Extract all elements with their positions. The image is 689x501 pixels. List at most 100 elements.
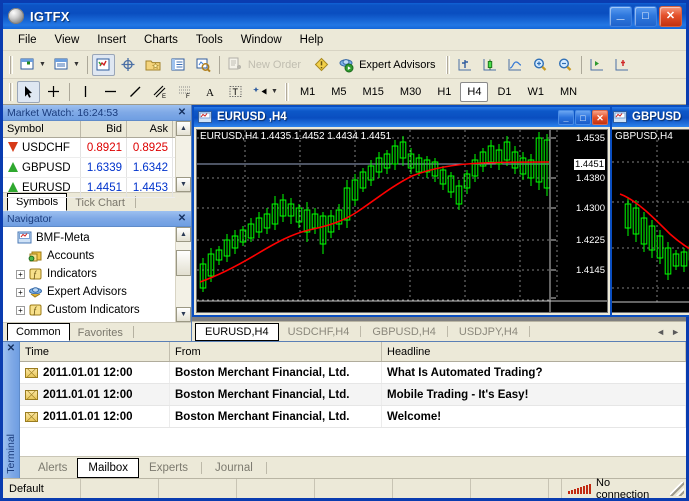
scroll-thumb[interactable] bbox=[176, 250, 191, 276]
data-window-button[interactable] bbox=[117, 54, 140, 76]
close-button[interactable]: ✕ bbox=[659, 5, 682, 27]
chevron-down-icon[interactable]: ▼ bbox=[73, 61, 80, 68]
metaeditor-button[interactable] bbox=[310, 54, 333, 76]
scroll-track[interactable] bbox=[176, 136, 191, 177]
text-tool-button[interactable]: A bbox=[199, 81, 222, 103]
chart-maximize-button[interactable]: □ bbox=[575, 109, 591, 125]
status-connection[interactable]: No connection bbox=[562, 477, 670, 501]
scroll-up-button[interactable]: ▲ bbox=[176, 227, 191, 242]
tab-alerts[interactable]: Alerts bbox=[28, 459, 77, 477]
chart-shift-button[interactable] bbox=[611, 54, 634, 76]
menu-window[interactable]: Window bbox=[232, 31, 291, 49]
expand-icon[interactable]: + bbox=[16, 269, 25, 279]
navigator-scrollbar[interactable]: ▲ ▼ bbox=[175, 227, 191, 322]
minimize-button[interactable]: _ bbox=[609, 5, 632, 27]
equidistant-channel-tool-button[interactable]: E bbox=[149, 81, 172, 103]
shapes-tool-button[interactable]: ▼ bbox=[249, 81, 281, 103]
chart-tab-eurusd[interactable]: EURUSD,H4 bbox=[195, 322, 279, 341]
timeframe-m1[interactable]: M1 bbox=[293, 82, 322, 102]
terminal-button[interactable] bbox=[167, 54, 190, 76]
maximize-button[interactable]: □ bbox=[634, 5, 657, 27]
expand-icon[interactable]: + bbox=[16, 305, 25, 315]
tree-node-indicators[interactable]: + f Indicators bbox=[5, 265, 175, 283]
line-chart-button[interactable] bbox=[504, 54, 527, 76]
toolbar-grip[interactable] bbox=[9, 55, 13, 74]
resize-grip-icon[interactable] bbox=[670, 481, 684, 496]
scroll-down-button[interactable]: ▼ bbox=[176, 307, 191, 322]
expand-icon[interactable]: + bbox=[16, 287, 25, 297]
tree-node-custom-indicators[interactable]: + f Custom Indicators bbox=[5, 301, 175, 319]
market-watch-button[interactable] bbox=[91, 53, 115, 76]
column-header-headline[interactable]: Headline bbox=[382, 342, 686, 361]
table-row[interactable]: 2011.01.01 12:00 Boston Merchant Financi… bbox=[20, 384, 686, 406]
column-header-ask[interactable]: Ask bbox=[127, 121, 173, 137]
fibonacci-tool-button[interactable]: F bbox=[174, 81, 197, 103]
terminal-close-icon[interactable]: ✕ bbox=[7, 343, 15, 354]
label-tool-button[interactable]: T bbox=[224, 81, 247, 103]
chart-tab-gbpusd[interactable]: GBPUSD,H4 bbox=[363, 323, 445, 340]
tree-node-accounts[interactable]: Accounts bbox=[5, 247, 175, 265]
table-row[interactable]: EURUSD 1.4451 1.4453 bbox=[3, 178, 175, 198]
timeframe-h4[interactable]: H4 bbox=[460, 81, 489, 102]
chevron-down-icon[interactable]: ▼ bbox=[39, 61, 46, 68]
chart-canvas-gbpusd[interactable]: GBPUSD,H4 bbox=[611, 129, 689, 313]
timeframe-m5[interactable]: M5 bbox=[324, 82, 353, 102]
trendline-tool-button[interactable] bbox=[124, 81, 147, 103]
cursor-tool-button[interactable] bbox=[17, 80, 40, 103]
timeframe-w1[interactable]: W1 bbox=[521, 82, 552, 102]
tab-scroll-left-icon[interactable]: ◄ bbox=[656, 327, 665, 337]
scroll-up-button[interactable]: ▲ bbox=[176, 121, 191, 136]
column-header-symbol[interactable]: Symbol bbox=[3, 121, 81, 137]
bar-chart-button[interactable] bbox=[454, 54, 477, 76]
timeframe-d1[interactable]: D1 bbox=[490, 82, 518, 102]
zoom-out-button[interactable] bbox=[554, 54, 577, 76]
menu-file[interactable]: File bbox=[9, 31, 46, 49]
profiles-button[interactable]: ▼ bbox=[51, 54, 83, 76]
new-chart-button[interactable]: ▼ bbox=[17, 54, 49, 76]
menu-view[interactable]: View bbox=[46, 31, 89, 49]
menu-tools[interactable]: Tools bbox=[187, 31, 232, 49]
tab-common[interactable]: Common bbox=[7, 323, 70, 341]
column-header-from[interactable]: From bbox=[170, 342, 382, 361]
table-row[interactable]: 2011.01.01 12:00 Boston Merchant Financi… bbox=[20, 362, 686, 384]
navigator-close-icon[interactable]: ✕ bbox=[176, 213, 188, 225]
chart-window-eurusd[interactable]: EURUSD ,H4 _ □ ✕ EURUSD,H4 1.4435 1.4452… bbox=[192, 105, 612, 317]
toolbar-grip[interactable] bbox=[446, 55, 451, 74]
market-watch-scrollbar[interactable]: ▲ ▼ bbox=[175, 121, 191, 192]
horizontal-line-tool-button[interactable] bbox=[99, 81, 122, 103]
menu-insert[interactable]: Insert bbox=[88, 31, 135, 49]
tree-node-expert-advisors[interactable]: + Expert Advisors bbox=[5, 283, 175, 301]
expert-advisors-button[interactable]: Expert Advisors bbox=[335, 54, 442, 76]
zoom-in-button[interactable] bbox=[529, 54, 552, 76]
market-watch-close-icon[interactable]: ✕ bbox=[176, 107, 188, 119]
strategy-tester-button[interactable] bbox=[192, 54, 215, 76]
chart-tab-usdjpy[interactable]: USDJPY,H4 bbox=[450, 323, 527, 340]
tree-node-bmf-meta[interactable]: BMF-Meta bbox=[5, 229, 175, 247]
tab-experts[interactable]: Experts bbox=[139, 459, 198, 477]
tab-scroll-right-icon[interactable]: ► bbox=[671, 327, 680, 337]
toolbar-grip[interactable] bbox=[284, 82, 289, 101]
timeframe-mn[interactable]: MN bbox=[553, 82, 584, 102]
table-row[interactable]: USDCHF 0.8921 0.8925 bbox=[3, 138, 175, 158]
chart-window-gbpusd[interactable]: GBPUSD GBPUSD,H4 bbox=[607, 105, 689, 317]
chart-canvas-eurusd[interactable]: EURUSD,H4 1.4435 1.4452 1.4434 1.4451 1.… bbox=[196, 129, 608, 313]
vertical-line-tool-button[interactable] bbox=[74, 81, 97, 103]
table-row[interactable]: GBPUSD 1.6339 1.6342 bbox=[3, 158, 175, 178]
timeframe-m15[interactable]: M15 bbox=[356, 82, 391, 102]
chart-tab-usdchf[interactable]: USDCHF,H4 bbox=[279, 323, 359, 340]
navigator-button[interactable] bbox=[142, 54, 165, 76]
auto-scroll-button[interactable] bbox=[586, 54, 609, 76]
tab-journal[interactable]: Journal bbox=[205, 459, 263, 477]
crosshair-tool-button[interactable] bbox=[42, 81, 65, 103]
chart-minimize-button[interactable]: _ bbox=[558, 109, 574, 125]
new-order-button[interactable]: New Order bbox=[224, 54, 308, 76]
chart-close-button[interactable]: ✕ bbox=[592, 109, 608, 125]
column-header-bid[interactable]: Bid bbox=[81, 121, 127, 137]
column-header-time[interactable]: Time bbox=[20, 342, 170, 361]
tab-mailbox[interactable]: Mailbox bbox=[77, 457, 140, 478]
timeframe-m30[interactable]: M30 bbox=[393, 82, 428, 102]
status-profile[interactable]: Default bbox=[3, 479, 81, 498]
toolbar-grip[interactable] bbox=[9, 82, 13, 101]
menu-charts[interactable]: Charts bbox=[135, 31, 187, 49]
menu-help[interactable]: Help bbox=[291, 31, 333, 49]
